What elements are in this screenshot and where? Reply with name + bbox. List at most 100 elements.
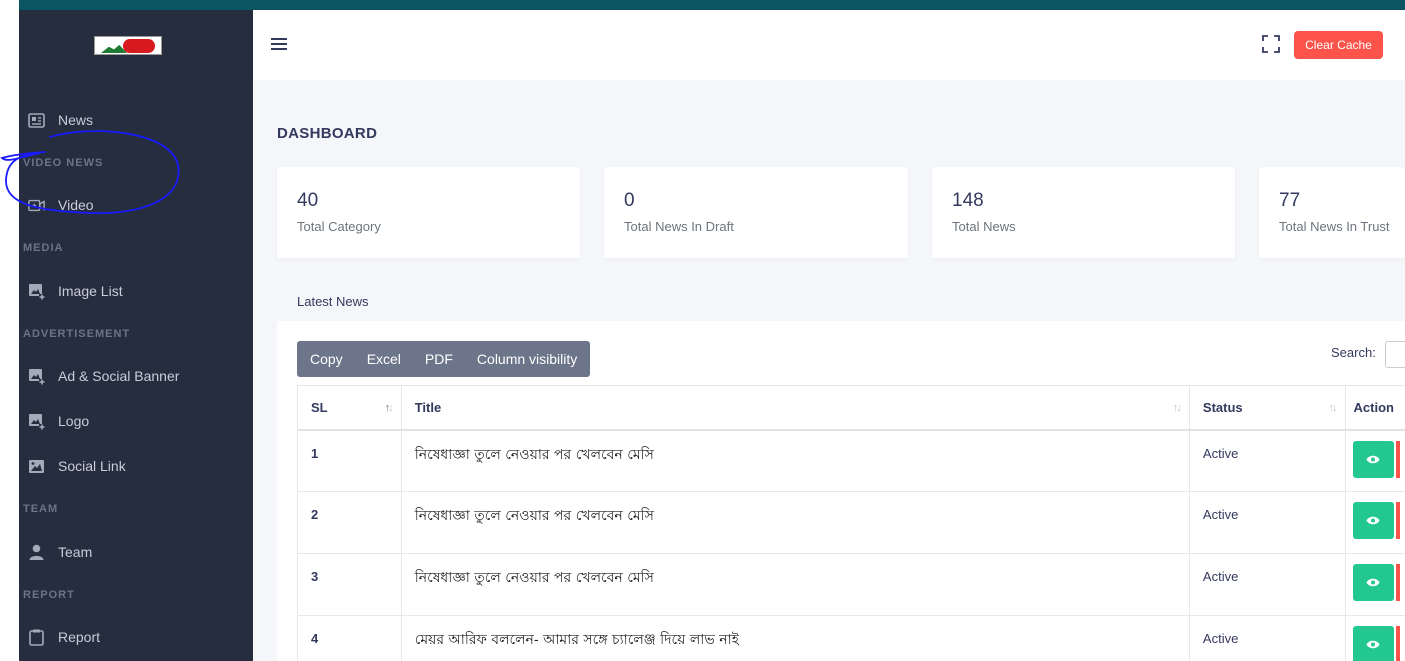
sidebar-item-video[interactable]: Video xyxy=(19,185,253,225)
table-row: 2 নিষেধাজ্ঞা তুলে নেওয়ার পর খেলবেন মেসি… xyxy=(297,491,1405,554)
export-button-group: Copy Excel PDF Column visibility xyxy=(297,341,591,377)
sort-icon: ↑↓ xyxy=(1328,402,1338,414)
sidebar-item-label: Report xyxy=(58,629,101,645)
pdf-button[interactable]: PDF xyxy=(413,341,465,377)
logo-overlay xyxy=(94,36,162,55)
sidebar-item-ad-social-banner[interactable]: Ad & Social Banner xyxy=(19,356,253,396)
table-header-row: SL ↑↓ Title ↑↓ Status ↑↓ Action xyxy=(297,385,1405,431)
cell-sl: 3 xyxy=(297,553,402,616)
top-navbar: Clear Cache xyxy=(253,10,1405,80)
cell-title: নিষেধাজ্ঞা তুলে নেওয়ার পর খেলবেন মেসি xyxy=(400,553,1190,616)
view-button[interactable] xyxy=(1352,564,1394,601)
stat-label: Total Category xyxy=(297,219,381,234)
sidebar-item-news[interactable]: News xyxy=(19,100,253,140)
clear-cache-button[interactable]: Clear Cache xyxy=(1294,31,1383,59)
sidebar-item-image-list[interactable]: Image List xyxy=(19,271,253,311)
cell-sl: 2 xyxy=(297,491,402,554)
cell-action xyxy=(1344,553,1405,616)
sidebar-item-label: Video xyxy=(58,197,94,213)
sidebar-item-social-link[interactable]: Social Link xyxy=(19,446,253,486)
view-button[interactable] xyxy=(1352,502,1394,539)
sort-icon: ↑↓ xyxy=(384,402,394,414)
column-header-action: Action xyxy=(1344,385,1405,431)
view-button[interactable] xyxy=(1352,440,1394,478)
sidebar-item-report[interactable]: Report xyxy=(19,617,253,657)
hamburger-menu-icon[interactable] xyxy=(271,38,287,50)
excel-button[interactable]: Excel xyxy=(355,341,413,377)
cell-sl: 1 xyxy=(297,429,402,492)
eye-icon xyxy=(1366,516,1380,525)
sidebar-item-label: Logo xyxy=(58,413,90,429)
delete-button[interactable] xyxy=(1395,502,1400,539)
eye-icon xyxy=(1366,578,1380,587)
cell-status: Active xyxy=(1188,491,1346,554)
card-title: Latest News xyxy=(297,294,369,309)
column-header-title[interactable]: Title ↑↓ xyxy=(400,385,1190,431)
image-add-icon xyxy=(28,283,45,300)
sidebar-item-label: Social Link xyxy=(58,458,126,474)
table-row: 4 মেয়র আরিফ বললেন- আমার সঙ্গে চ্যালেঞ্জ… xyxy=(297,615,1405,661)
table-row: 3 নিষেধাজ্ঞা তুলে নেওয়ার পর খেলবেন মেসি… xyxy=(297,553,1405,616)
clipboard-icon xyxy=(28,629,45,646)
stat-label: Total News In Draft xyxy=(624,219,734,234)
cell-title: নিষেধাজ্ঞা তুলে নেওয়ার পর খেলবেন মেসি xyxy=(400,429,1190,492)
cell-status: Active xyxy=(1188,553,1346,616)
sidebar-item-label: Image List xyxy=(58,283,123,299)
cell-action xyxy=(1344,491,1405,554)
table-row: 1 নিষেধাজ্ঞা তুলে নেওয়ার পর খেলবেন মেসি… xyxy=(297,429,1405,492)
column-header-label: Action xyxy=(1353,399,1394,415)
sidebar-item-label: Ad & Social Banner xyxy=(58,368,180,384)
user-icon xyxy=(28,544,45,561)
view-button[interactable] xyxy=(1352,626,1394,661)
page-title: DASHBOARD xyxy=(277,125,378,142)
cell-action xyxy=(1344,615,1405,661)
stat-card-news-in-draft: 0 Total News In Draft xyxy=(604,167,908,258)
video-camera-icon xyxy=(28,197,45,214)
latest-news-card: Latest News Copy Excel PDF Column visibi… xyxy=(277,279,1405,661)
delete-button[interactable] xyxy=(1395,440,1400,478)
stat-value: 148 xyxy=(952,190,984,211)
cell-status: Active xyxy=(1188,429,1346,492)
image-icon xyxy=(28,458,45,475)
column-visibility-button[interactable]: Column visibility xyxy=(465,341,589,377)
stat-value: 77 xyxy=(1279,190,1301,211)
sidebar-scroll-mask xyxy=(19,50,253,86)
delete-button[interactable] xyxy=(1395,626,1400,661)
delete-button[interactable] xyxy=(1395,564,1400,601)
sidebar-item-label: Team xyxy=(58,544,93,560)
logo-badge xyxy=(123,39,155,53)
fullscreen-icon[interactable] xyxy=(1262,35,1280,53)
cell-sl: 4 xyxy=(297,615,402,661)
copy-button[interactable]: Copy xyxy=(298,341,355,377)
image-add-icon xyxy=(28,413,45,430)
eye-icon xyxy=(1366,640,1380,649)
sidebar-item-team[interactable]: Team xyxy=(19,532,253,572)
stat-card-total-news: 148 Total News xyxy=(932,167,1235,258)
sidebar-item-logo[interactable]: Logo xyxy=(19,401,253,441)
top-accent-strip xyxy=(19,0,1405,10)
cell-title: মেয়র আরিফ বললেন- আমার সঙ্গে চ্যালেঞ্জ দ… xyxy=(400,615,1190,661)
sidebar-header-advertisement: ADVERTISEMENT xyxy=(23,328,131,340)
column-header-label: Status xyxy=(1202,399,1243,415)
stat-value: 40 xyxy=(297,190,319,211)
sidebar-header-team: TEAM xyxy=(23,503,59,515)
column-header-sl[interactable]: SL ↑↓ xyxy=(297,385,402,431)
column-header-status[interactable]: Status ↑↓ xyxy=(1188,385,1346,431)
sidebar-header-media: MEDIA xyxy=(23,242,64,254)
search-label: Search: xyxy=(1331,345,1376,360)
search-input[interactable] xyxy=(1385,341,1405,368)
stat-label: Total News In Trust xyxy=(1279,219,1390,234)
cell-status: Active xyxy=(1188,615,1346,661)
stat-label: Total News xyxy=(952,219,1016,234)
stat-card-news-in-trust: 77 Total News In Trust xyxy=(1259,167,1405,258)
sidebar-item-label: News xyxy=(58,112,94,128)
stat-card-total-category: 40 Total Category xyxy=(277,167,580,258)
latest-news-table: SL ↑↓ Title ↑↓ Status ↑↓ Action 1 নিষেধাজ্ঞ… xyxy=(297,385,1405,661)
image-add-icon xyxy=(28,368,45,385)
main-content: DASHBOARD 40 Total Category 0 Total News… xyxy=(253,80,1405,661)
column-header-label: SL xyxy=(311,399,328,415)
sidebar-header-video-news: VIDEO NEWS xyxy=(23,157,104,169)
column-header-label: Title xyxy=(414,399,442,415)
newspaper-icon xyxy=(28,112,45,129)
sidebar: 16 Category News VIDEO NEWS Video MEDIA … xyxy=(19,10,253,661)
